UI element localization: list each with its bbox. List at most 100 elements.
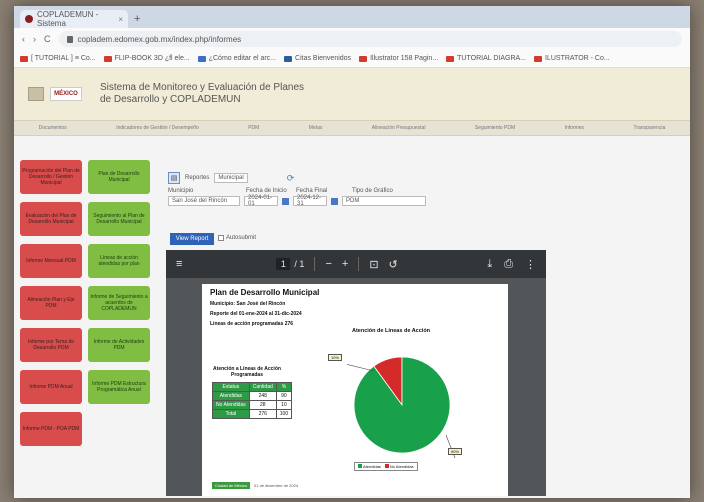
close-tab-icon[interactable]: ×	[118, 15, 123, 24]
municipio-label: Municipio	[168, 188, 194, 194]
tab-title: COPLADEMUN - Sistema	[37, 10, 99, 28]
status-table: Estatus Cantidad% Atendidas 248 90 No Atendid…	[212, 382, 293, 419]
mexico-logo: MÉXICO	[50, 87, 82, 101]
zoom-out-button[interactable]: −	[325, 258, 331, 270]
legend-no-atendidas: No Atendidas	[384, 464, 414, 469]
sidebar-report-button[interactable]: Alineación Plan y Eje PDM	[20, 286, 82, 320]
report-title: Plan de Desarrollo Municipal	[210, 288, 320, 297]
sidebar-report-button[interactable]: Informe por Tema de Desarrollo PDM	[20, 328, 82, 362]
tipo-label: Tipo de Gráfico	[352, 188, 393, 194]
print-icon[interactable]: ⎙	[504, 258, 513, 271]
forward-button[interactable]: ›	[33, 34, 36, 44]
pie-slice-atendidas	[353, 356, 451, 454]
report-params: ▤ Reportes Municipal ⟳ Municipio Fecha d…	[168, 172, 468, 207]
page-indicator: 1 / 1	[276, 258, 304, 270]
bookmark-item[interactable]: ILUSTRATOR - Co...	[534, 55, 610, 62]
page-icon[interactable]: ▤	[168, 172, 180, 184]
menu-icon[interactable]: ≡	[176, 258, 182, 270]
bookmark-item[interactable]: TUTORIAL DIAGRA...	[446, 55, 526, 62]
calendar-icon[interactable]	[331, 197, 338, 205]
sidebar-report-button[interactable]: Informe de Actividades PDM	[88, 328, 150, 362]
sidebar-report-button[interactable]: Informe PDM - POA PDM	[20, 412, 82, 446]
nav-item[interactable]: PDM	[248, 125, 259, 131]
url-field[interactable]: copladem.edomex.gob.mx/index.php/informe…	[58, 31, 682, 47]
report-lineas: Líneas de acción programadas 276	[210, 321, 294, 327]
bookmark-icon	[197, 55, 206, 62]
browser-tab[interactable]: COPLADEMUN - Sistema ×	[20, 10, 128, 28]
bookmark-icon	[284, 55, 293, 62]
table-cell: Total	[212, 409, 250, 419]
pie-label-no-atendidas: 10%	[328, 354, 343, 361]
bookmarks-bar: [ TUTORIAL ] ≡ Co... FLIP-BOOK 3D ¿fl ele…	[14, 50, 690, 68]
refresh-icon[interactable]: ⟳	[287, 173, 295, 184]
table-title: Atención a Líneas de Acción Programadas	[213, 366, 281, 378]
legend-atendidas: Atendidas	[358, 464, 381, 469]
nav-item[interactable]: Metas	[309, 125, 323, 131]
address-bar: ‹ › C copladem.edomex.gob.mx/index.php/i…	[14, 28, 690, 50]
bookmark-icon	[446, 55, 455, 62]
nav-item[interactable]: Informes	[565, 125, 584, 131]
report-sidebar: Programación del Plan de Desarrollo / Ge…	[20, 160, 150, 446]
zoom-in-button[interactable]: +	[342, 258, 348, 270]
toolbar-divider	[314, 257, 316, 271]
calendar-icon[interactable]	[282, 197, 289, 205]
sidebar-report-button[interactable]: Informe PDM Anual	[20, 370, 82, 404]
sidebar-empty-cell	[88, 412, 150, 446]
tipo-select[interactable]: PDM	[342, 196, 426, 206]
sidebar-report-button[interactable]: Informe de Seguimiento a acuerdos de COP…	[88, 286, 150, 320]
nav-item[interactable]: Alineación Presupuestal	[372, 125, 426, 131]
fecha-final-field[interactable]: 2024-12-31	[293, 195, 327, 207]
nav-item[interactable]: Documentos	[39, 125, 67, 131]
reload-button[interactable]: C	[44, 34, 51, 44]
sidebar-report-button[interactable]: Informe PDM Estructura Programática Anua…	[88, 370, 150, 404]
sidebar-report-button[interactable]: Evaluación del Plan de Desarrollo Munici…	[20, 202, 82, 236]
table-cell: No Atendidas	[212, 400, 250, 410]
bookmark-item[interactable]: Illustrator 158 Pagin...	[359, 55, 438, 62]
autosubmit-checkbox[interactable]	[218, 235, 224, 241]
sidebar-report-button[interactable]: Líneas de acción atendidas por plan	[88, 244, 150, 278]
autosubmit-option[interactable]: Autosubmit	[218, 235, 256, 241]
nav-item[interactable]: Seguimiento PDM	[475, 125, 515, 131]
table-cell: 276	[248, 409, 277, 419]
pdf-toolbar: ≡ 1 / 1 − + ⊡ ↺ ⤓ ⎙ ⋮	[166, 250, 546, 278]
autosubmit-label: Autosubmit	[226, 235, 257, 241]
back-button[interactable]: ‹	[22, 34, 25, 44]
table-cell: 90	[275, 391, 293, 401]
page-number-input[interactable]: 1	[276, 258, 291, 270]
sidebar-report-button[interactable]: Informe Mensual PDM	[20, 244, 82, 278]
fecha-inicio-field[interactable]: 2024-01-01	[244, 195, 278, 207]
page-label: Reportes	[185, 175, 210, 181]
tab-bar: COPLADEMUN - Sistema × +	[14, 6, 690, 28]
new-tab-button[interactable]: +	[134, 10, 140, 28]
municipio-select[interactable]: San José del Rincón	[168, 196, 240, 206]
footer-location: Ciudad de México	[212, 482, 251, 489]
page-total: / 1	[294, 259, 305, 269]
chart-title: Atención de Líneas de Acción	[352, 328, 431, 334]
favicon-icon	[25, 15, 33, 23]
more-options-icon[interactable]: ⋮	[525, 258, 536, 271]
sidebar-report-button[interactable]: Programación del Plan de Desarrollo / Ge…	[20, 160, 82, 194]
view-report-button[interactable]: View Report	[170, 233, 214, 245]
sidebar-report-button[interactable]: Plan de Desarrollo Municipal	[88, 160, 150, 194]
bookmark-item[interactable]: ¿Cómo editar el arc...	[197, 55, 276, 62]
system-title-line2: de Desarrollo y COPLADEMUN	[100, 94, 241, 105]
pie-label-atendidas: 90%	[448, 448, 463, 455]
table-cell: Atendidas	[212, 391, 250, 401]
nav-item[interactable]: Transparencia	[633, 125, 665, 131]
bookmark-icon	[359, 55, 368, 62]
bookmark-item[interactable]: FLIP-BOOK 3D ¿fl ele...	[103, 55, 190, 62]
fecha-final-label: Fecha Final	[296, 188, 328, 194]
nav-item[interactable]: Indicadores de Gestión / Desempeño	[116, 125, 199, 131]
table-row: No Atendidas 28 10	[212, 400, 293, 410]
bookmark-item[interactable]: [ TUTORIAL ] ≡ Co...	[20, 55, 96, 62]
rotate-icon[interactable]: ↺	[389, 258, 398, 271]
report-type-select[interactable]: Municipal	[214, 173, 248, 183]
sidebar-report-button[interactable]: Seguimiento al Plan de Desarrollo Munici…	[88, 202, 150, 236]
bookmark-item[interactable]: Citas Bienvenidos	[284, 55, 351, 62]
table-header-cell: Cantidad	[248, 382, 277, 392]
table-header-cell: Estatus	[212, 382, 250, 392]
fit-page-icon[interactable]: ⊡	[369, 258, 378, 271]
report-period: Reporte del 01-ene-2024 al 31-dic-2024	[210, 311, 302, 317]
download-icon[interactable]: ⤓	[487, 258, 492, 271]
table-header-cell: %	[275, 382, 293, 392]
